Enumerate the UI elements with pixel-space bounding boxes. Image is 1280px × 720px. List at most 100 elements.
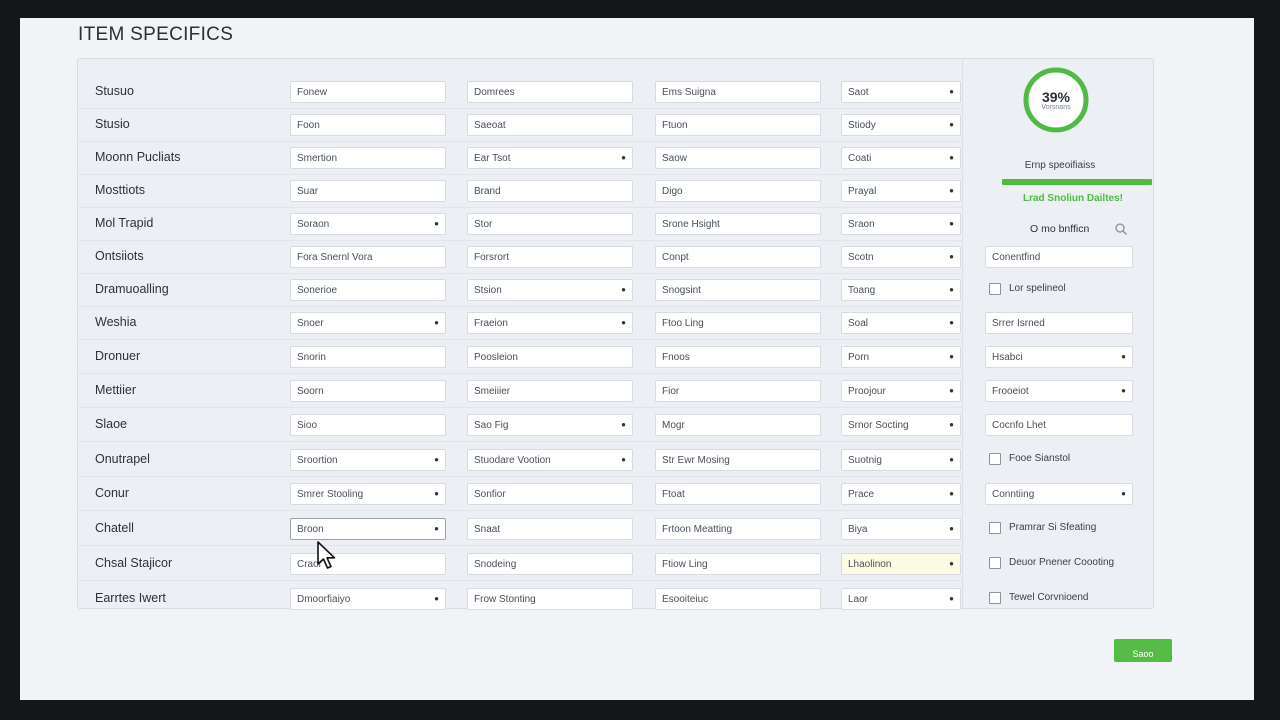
dropdown-arrow-icon[interactable]: ● — [949, 386, 954, 395]
select-field[interactable]: Scotn ● — [841, 246, 961, 268]
dropdown-arrow-icon[interactable]: ● — [1121, 386, 1126, 395]
dropdown-arrow-icon[interactable]: ● — [621, 285, 626, 294]
text-field[interactable]: Str Ewr Mosing — [655, 449, 821, 471]
text-field[interactable]: Stor — [467, 213, 633, 235]
sidebar-select[interactable]: Frooeiot ● — [985, 380, 1135, 402]
text-field[interactable]: Foon — [290, 114, 446, 136]
select-field[interactable]: Dmoorfiaiyo ● — [290, 588, 446, 610]
text-field[interactable]: Fior — [655, 380, 821, 402]
select-field[interactable]: Stuodare Vootion ● — [467, 449, 633, 471]
text-field[interactable]: Sonfior — [467, 483, 633, 505]
sidebar-select[interactable]: Hsabci ● — [985, 346, 1135, 368]
dropdown-arrow-icon[interactable]: ● — [434, 455, 439, 464]
text-field[interactable]: Domrees — [467, 81, 633, 103]
text-field[interactable]: Saow — [655, 147, 821, 169]
dropdown-arrow-icon[interactable]: ● — [949, 285, 954, 294]
text-field[interactable]: Fnoos — [655, 346, 821, 368]
search-label[interactable]: O mo bnfficn — [1030, 223, 1089, 235]
select-field[interactable]: Prayal ● — [841, 180, 961, 202]
text-field[interactable]: Mogr — [655, 414, 821, 436]
dropdown-arrow-icon[interactable]: ● — [949, 186, 954, 195]
select-field[interactable]: Proojour ● — [841, 380, 961, 402]
select-field[interactable]: Fraeion ● — [467, 312, 633, 334]
text-field[interactable]: Snaat — [467, 518, 633, 540]
text-field[interactable]: Fonew — [290, 81, 446, 103]
select-field[interactable]: Sroortion ● — [290, 449, 446, 471]
text-field[interactable]: Smertion — [290, 147, 446, 169]
select-field[interactable]: Biya ● — [841, 518, 961, 540]
select-field[interactable]: Coati ● — [841, 147, 961, 169]
select-field[interactable]: Broon ● — [290, 518, 446, 540]
text-field[interactable]: Ftoo Ling — [655, 312, 821, 334]
select-field[interactable]: Ear Tsot ● — [467, 147, 633, 169]
select-field[interactable]: Stsion ● — [467, 279, 633, 301]
select-field[interactable]: Stiody ● — [841, 114, 961, 136]
text-field[interactable]: Ftuon — [655, 114, 821, 136]
text-field[interactable]: Forsrort — [467, 246, 633, 268]
sidebar-input[interactable]: Srrer Isrned — [985, 312, 1135, 334]
select-field[interactable]: Snoer ● — [290, 312, 446, 334]
dropdown-arrow-icon[interactable]: ● — [434, 594, 439, 603]
dropdown-arrow-icon[interactable]: ● — [434, 489, 439, 498]
dropdown-arrow-icon[interactable]: ● — [949, 524, 954, 533]
text-field[interactable]: Ftiow Ling — [655, 553, 821, 575]
text-field[interactable]: Sonerioe — [290, 279, 446, 301]
select-field[interactable]: Smrer Stooling ● — [290, 483, 446, 505]
checkbox-option[interactable]: Fooe Sianstol — [985, 449, 1135, 471]
select-field[interactable]: Saot ● — [841, 81, 961, 103]
text-field[interactable]: Frow Stonting — [467, 588, 633, 610]
select-field[interactable]: Sao Fig ● — [467, 414, 633, 436]
dropdown-arrow-icon[interactable]: ● — [434, 318, 439, 327]
checkbox-option[interactable]: Deuor Pnener Coooting — [985, 553, 1135, 575]
text-field[interactable]: Suar — [290, 180, 446, 202]
text-field[interactable]: Saeoat — [467, 114, 633, 136]
text-field[interactable]: Snorin — [290, 346, 446, 368]
text-field[interactable]: Conpt — [655, 246, 821, 268]
select-field[interactable]: Toang ● — [841, 279, 961, 301]
text-field[interactable]: Snodeing — [467, 553, 633, 575]
dropdown-arrow-icon[interactable]: ● — [1121, 352, 1126, 361]
checkbox-icon[interactable] — [989, 592, 1001, 604]
save-button[interactable]: Saoo — [1114, 639, 1172, 662]
dropdown-arrow-icon[interactable]: ● — [621, 420, 626, 429]
select-field[interactable]: Suotnig ● — [841, 449, 961, 471]
field-box[interactable]: Cocnfo Lhet — [985, 414, 1133, 436]
sidebar-select[interactable]: Conntiing ● — [985, 483, 1135, 505]
checkbox-icon[interactable] — [989, 453, 1001, 465]
checkbox-icon[interactable] — [989, 557, 1001, 569]
select-field[interactable]: Laor ● — [841, 588, 961, 610]
checkbox-icon[interactable] — [989, 283, 1001, 295]
dropdown-arrow-icon[interactable]: ● — [949, 594, 954, 603]
text-field[interactable]: Ftoat — [655, 483, 821, 505]
sidebar-input[interactable]: Conentfind — [985, 246, 1135, 268]
field-box[interactable]: Conentfind — [985, 246, 1133, 268]
dropdown-arrow-icon[interactable]: ● — [949, 87, 954, 96]
dropdown-arrow-icon[interactable]: ● — [949, 153, 954, 162]
dropdown-arrow-icon[interactable]: ● — [621, 455, 626, 464]
text-field[interactable]: Soorn — [290, 380, 446, 402]
text-field[interactable]: Ems Suigna — [655, 81, 821, 103]
dropdown-arrow-icon[interactable]: ● — [621, 318, 626, 327]
field-box[interactable]: Frooeiot ● — [985, 380, 1133, 402]
dropdown-arrow-icon[interactable]: ● — [434, 524, 439, 533]
checkbox-icon[interactable] — [989, 522, 1001, 534]
text-field[interactable]: Frtoon Meatting — [655, 518, 821, 540]
text-field[interactable]: Poosleion — [467, 346, 633, 368]
search-icon[interactable] — [1114, 222, 1128, 236]
text-field[interactable]: Srone Hsight — [655, 213, 821, 235]
dropdown-arrow-icon[interactable]: ● — [621, 153, 626, 162]
dropdown-arrow-icon[interactable]: ● — [1121, 489, 1126, 498]
select-field[interactable]: Srnor Socting ● — [841, 414, 961, 436]
text-field[interactable]: Sioo — [290, 414, 446, 436]
dropdown-arrow-icon[interactable]: ● — [434, 219, 439, 228]
dropdown-arrow-icon[interactable]: ● — [949, 219, 954, 228]
text-field[interactable]: Esooiteiuc — [655, 588, 821, 610]
dropdown-arrow-icon[interactable]: ● — [949, 252, 954, 261]
text-field[interactable]: Brand — [467, 180, 633, 202]
checkbox-option[interactable]: Lor spelineol — [985, 279, 1135, 301]
text-field[interactable]: Smeiiier — [467, 380, 633, 402]
select-field[interactable]: Prace ● — [841, 483, 961, 505]
field-box[interactable]: Hsabci ● — [985, 346, 1133, 368]
dropdown-arrow-icon[interactable]: ● — [949, 120, 954, 129]
dropdown-arrow-icon[interactable]: ● — [949, 489, 954, 498]
